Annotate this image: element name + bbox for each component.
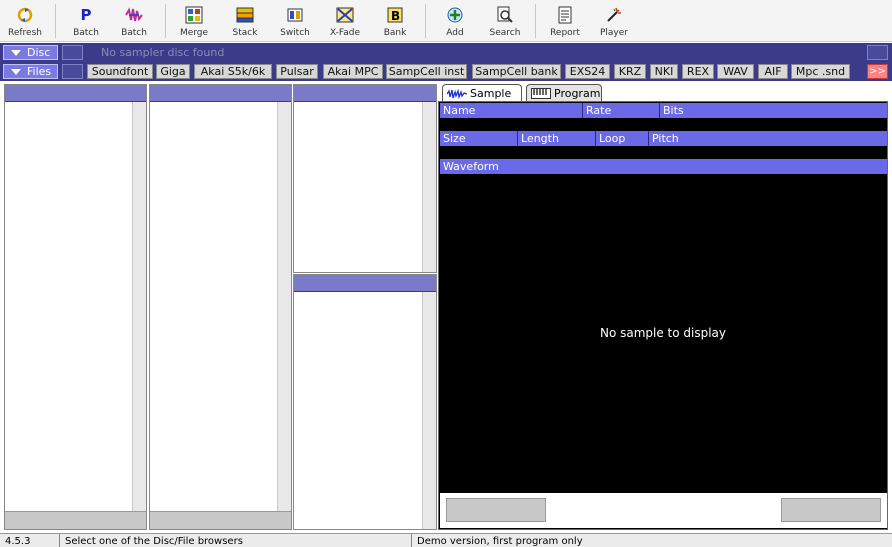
disc-message: No sampler disc found: [101, 46, 225, 59]
batch-button[interactable]: P Batch: [70, 0, 102, 42]
loop-header: Loop: [599, 132, 626, 145]
switch-icon: [284, 4, 306, 26]
svg-text:B: B: [391, 9, 400, 23]
filetype-soundfont[interactable]: Soundfont: [87, 64, 153, 79]
scrollbar[interactable]: [277, 102, 291, 511]
rate-header: Rate: [586, 104, 612, 117]
tab-sample-label: Sample: [470, 87, 512, 100]
search-icon: [494, 4, 516, 26]
batch-p-icon: P: [80, 6, 92, 24]
column-footer: [5, 511, 146, 529]
filetype-akai-mpc[interactable]: Akai MPC: [323, 64, 383, 79]
filetype-akai-s5k[interactable]: Akai S5k/6k: [194, 64, 272, 79]
sample-footer: [440, 493, 887, 528]
search-button[interactable]: Search: [486, 0, 524, 42]
filetype-mpc-snd[interactable]: Mpc .snd: [791, 64, 850, 79]
files-bar: Files Soundfont Giga Akai S5k/6k Pulsar …: [0, 62, 892, 81]
length-header: Length: [521, 132, 559, 145]
disc-toggle[interactable]: Disc: [3, 45, 58, 60]
add-icon: [444, 4, 466, 26]
bank-button[interactable]: B Bank: [380, 0, 410, 42]
triangle-down-icon: [11, 49, 21, 56]
files-select-box[interactable]: [62, 64, 83, 79]
scrollbar[interactable]: [422, 102, 436, 272]
column-list[interactable]: [150, 102, 277, 511]
disc-end-box[interactable]: [867, 45, 888, 60]
column-header: [294, 275, 436, 292]
tab-strip: Sample Program: [440, 84, 888, 102]
browser-column-1: [4, 84, 147, 530]
stack-button[interactable]: Stack: [228, 0, 262, 42]
filetype-nki[interactable]: NKI: [650, 64, 678, 79]
sample-footer-button-right[interactable]: [781, 498, 881, 522]
filetype-krz[interactable]: KRZ: [614, 64, 646, 79]
sample-footer-button-left[interactable]: [446, 498, 546, 522]
disc-label: Disc: [27, 46, 51, 59]
files-label: Files: [27, 65, 52, 78]
sample-info-header-2: Size Length Loop Pitch: [440, 131, 887, 146]
sample-panel: Name Rate Bits Size Length Loop Pitch Wa…: [438, 101, 888, 530]
stack-icon: [234, 4, 256, 26]
tab-program[interactable]: Program: [526, 84, 602, 102]
bank-icon: B: [384, 4, 406, 26]
toolbar: Refresh P Batch Batch Merge Stack Switch: [0, 0, 892, 42]
bits-header: Bits: [663, 104, 684, 117]
waveform-label: Waveform: [443, 160, 499, 173]
column-list[interactable]: [5, 102, 132, 511]
status-bar: 4.5.3 Select one of the Disc/File browse…: [0, 533, 892, 547]
column-header: [294, 85, 436, 102]
waveform-header: Waveform: [440, 159, 887, 174]
xfade-button[interactable]: X-Fade: [326, 0, 364, 42]
triangle-down-icon: [11, 68, 21, 75]
waveform-icon: [447, 88, 467, 99]
refresh-button[interactable]: Refresh: [6, 0, 44, 42]
merge-button[interactable]: Merge: [176, 0, 212, 42]
add-button[interactable]: Add: [440, 0, 470, 42]
more-types-button[interactable]: >>: [867, 64, 888, 79]
player-icon: [603, 4, 625, 26]
report-button[interactable]: Report: [546, 0, 584, 42]
files-toggle[interactable]: Files: [3, 64, 58, 79]
disc-select-box[interactable]: [62, 45, 83, 60]
browser-column-2: [149, 84, 292, 530]
sample-info-header-1: Name Rate Bits: [440, 103, 887, 118]
batch-wave-button[interactable]: Batch: [118, 0, 150, 42]
version-label: 4.5.3: [0, 534, 60, 547]
scrollbar[interactable]: [132, 102, 146, 511]
disc-bar: Disc No sampler disc found: [0, 43, 892, 62]
filetype-sampcell-inst[interactable]: SampCell inst: [386, 64, 467, 79]
batch-wave-icon: [123, 4, 145, 26]
size-header: Size: [443, 132, 466, 145]
filetype-giga[interactable]: Giga: [156, 64, 190, 79]
tab-program-label: Program: [554, 87, 601, 100]
name-header: Name: [443, 104, 476, 117]
tab-sample[interactable]: Sample: [442, 84, 522, 102]
refresh-icon: [14, 4, 36, 26]
filetype-wav[interactable]: WAV: [717, 64, 754, 79]
filetype-sampcell-bank[interactable]: SampCell bank: [472, 64, 561, 79]
status-notice: Demo version, first program only: [417, 535, 583, 547]
status-hint: Select one of the Disc/File browsers: [60, 534, 412, 547]
player-button[interactable]: Player: [596, 0, 632, 42]
browser-column-3-bottom: [293, 274, 437, 530]
merge-icon: [183, 4, 205, 26]
switch-button[interactable]: Switch: [276, 0, 314, 42]
report-icon: [554, 4, 576, 26]
column-header: [150, 85, 291, 102]
empty-sample-message: No sample to display: [599, 326, 727, 340]
filetype-rex[interactable]: REX: [682, 64, 714, 79]
column-footer: [150, 511, 291, 529]
filetype-aif[interactable]: AIF: [758, 64, 788, 79]
pitch-header: Pitch: [652, 132, 679, 145]
keyboard-icon: [531, 88, 551, 99]
column-header: [5, 85, 146, 102]
filetype-pulsar[interactable]: Pulsar: [276, 64, 318, 79]
scrollbar[interactable]: [422, 292, 436, 529]
browser-column-3-top: [293, 84, 437, 273]
filetype-exs24[interactable]: EXS24: [565, 64, 610, 79]
xfade-icon: [334, 4, 356, 26]
